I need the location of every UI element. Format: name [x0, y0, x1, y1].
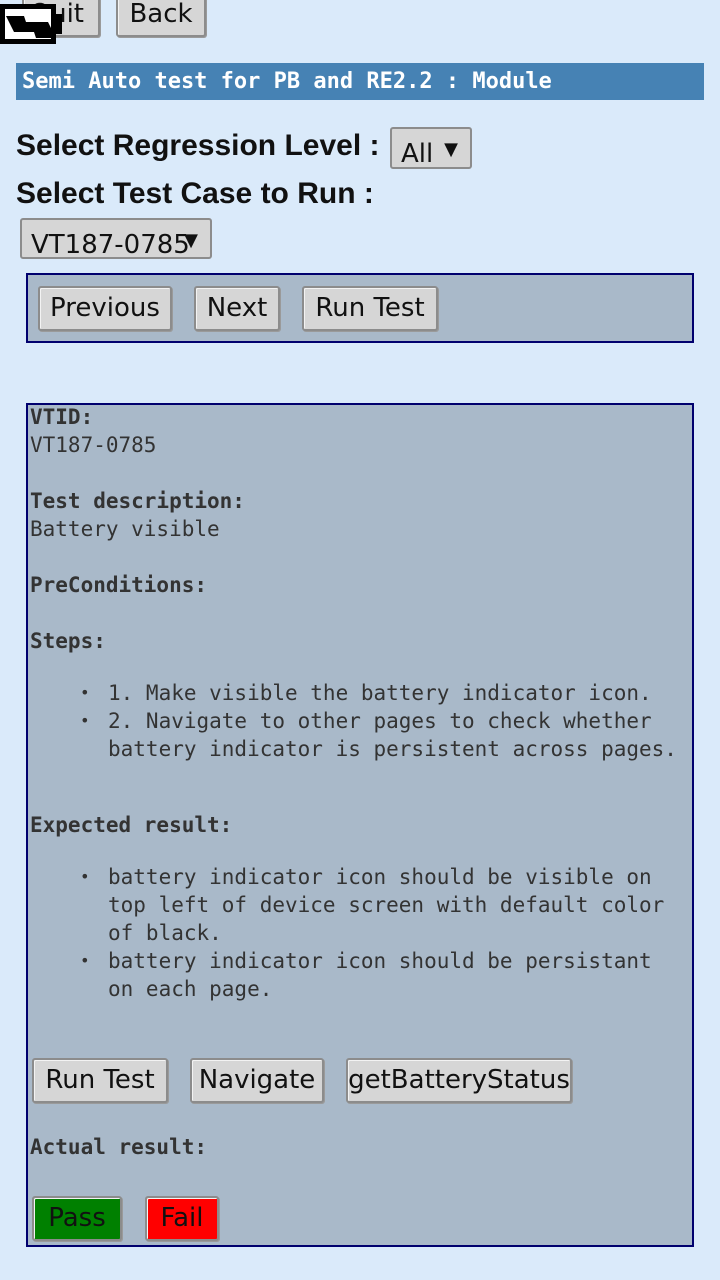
fail-button[interactable]: Fail — [145, 1196, 219, 1241]
battery-charging-icon — [0, 0, 62, 46]
pass-button[interactable]: Pass — [32, 1196, 122, 1241]
actual-result-label: Actual result: — [30, 1135, 208, 1159]
description-value: Battery visible — [30, 517, 220, 541]
previous-button-label: Previous — [50, 293, 160, 323]
get-battery-status-button-label: getBatteryStatus — [348, 1065, 570, 1095]
detail-run-test-button-label: Run Test — [45, 1065, 155, 1095]
list-item: battery indicator icon should be visible… — [28, 863, 688, 947]
steps-list: 1. Make visible the battery indicator ic… — [28, 679, 688, 763]
previous-button[interactable]: Previous — [38, 286, 172, 331]
get-battery-status-button[interactable]: getBatteryStatus — [346, 1058, 572, 1103]
navigation-panel: Previous Next Run Test — [26, 273, 694, 343]
description-label: Test description: — [30, 489, 245, 513]
test-case-value: VT187-0785 — [31, 230, 190, 260]
run-test-button-label: Run Test — [315, 293, 425, 323]
next-button[interactable]: Next — [194, 286, 280, 331]
next-button-label: Next — [206, 293, 268, 323]
expected-result-label: Expected result: — [30, 813, 233, 837]
pass-button-label: Pass — [48, 1203, 106, 1233]
list-item: 2. Navigate to other pages to check whet… — [28, 707, 688, 763]
navigate-button[interactable]: Navigate — [190, 1058, 324, 1103]
detail-run-test-button[interactable]: Run Test — [32, 1058, 168, 1103]
regression-level-select[interactable]: All ▼ — [390, 127, 472, 169]
test-case-select[interactable]: VT187-0785 ▼ — [20, 218, 212, 260]
run-test-button[interactable]: Run Test — [302, 286, 438, 331]
list-item: battery indicator icon should be persist… — [28, 947, 688, 1003]
test-case-label: Select Test Case to Run : — [16, 177, 374, 210]
steps-label: Steps: — [30, 629, 106, 653]
vtid-value: VT187-0785 — [30, 433, 157, 457]
vtid-label: VTID: — [30, 405, 94, 429]
fail-button-label: Fail — [160, 1203, 204, 1233]
expected-result-list: battery indicator icon should be visible… — [28, 863, 688, 1003]
list-item: 1. Make visible the battery indicator ic… — [28, 679, 688, 707]
back-button-label: Back — [129, 0, 193, 29]
regression-level-value: All — [401, 139, 434, 169]
dropdown-arrow-icon: ▼ — [444, 139, 458, 160]
dropdown-arrow-icon: ▼ — [184, 230, 198, 251]
page-title: Semi Auto test for PB and RE2.2 : Module — [16, 63, 704, 100]
navigate-button-label: Navigate — [198, 1065, 316, 1095]
regression-level-label: Select Regression Level : — [16, 129, 380, 162]
test-detail-panel: VTID: VT187-0785 Test description: Batte… — [26, 403, 694, 1247]
back-button[interactable]: Back — [116, 0, 206, 37]
preconditions-label: PreConditions: — [30, 573, 208, 597]
